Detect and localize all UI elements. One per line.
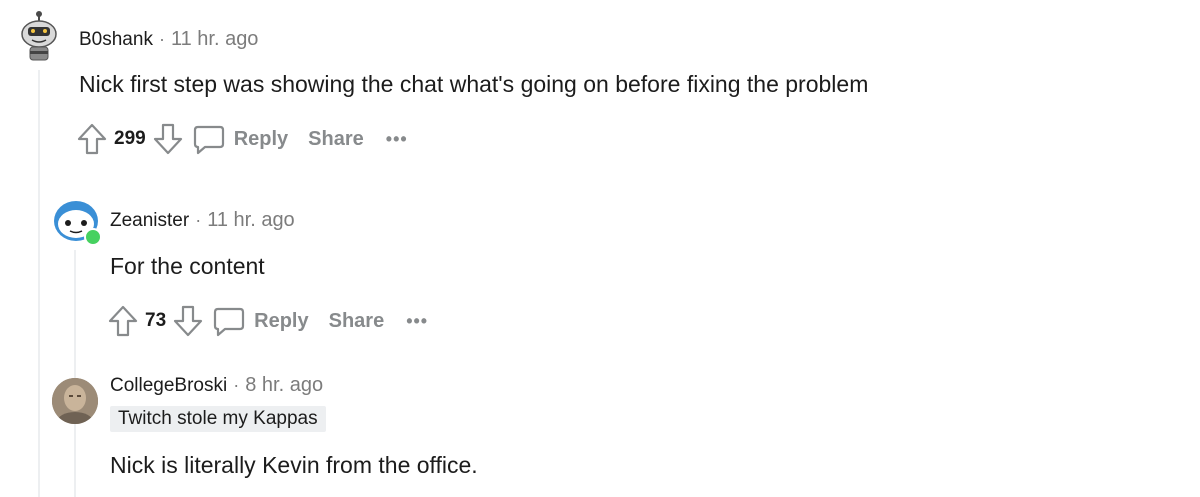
- downvote-icon[interactable]: [152, 122, 184, 156]
- comment-actions: 299 Reply Share •••: [76, 122, 408, 156]
- comment-bubble-icon: [193, 125, 224, 155]
- vote-count: 299: [114, 128, 146, 149]
- timestamp[interactable]: 11 hr. ago: [207, 209, 294, 232]
- comment-body: For the content: [110, 253, 265, 279]
- reply-label: Reply: [233, 127, 289, 150]
- comment-body: Nick first step was showing the chat wha…: [79, 71, 869, 97]
- comment-bubble-icon: [214, 307, 245, 337]
- username[interactable]: B0shank: [79, 29, 153, 51]
- comment-header: CollegeBroski · 8 hr. ago: [110, 374, 323, 397]
- share-button[interactable]: Share: [329, 310, 385, 333]
- vote-count: 73: [145, 310, 167, 331]
- reply-button[interactable]: Reply: [212, 304, 309, 338]
- timestamp[interactable]: 11 hr. ago: [171, 28, 258, 51]
- snoo-avatar-icon: [21, 11, 57, 61]
- downvote-icon[interactable]: [172, 304, 204, 338]
- online-status-icon: [84, 228, 102, 246]
- comment-header: Zeanister · 11 hr. ago: [110, 209, 295, 232]
- user-flair: Twitch stole my Kappas: [110, 406, 326, 432]
- comment-body: Nick is literally Kevin from the office.: [110, 452, 478, 478]
- more-options-icon[interactable]: •••: [386, 129, 408, 150]
- comment-actions: 73 Reply Share •••: [107, 304, 428, 338]
- thread-line[interactable]: [38, 70, 40, 497]
- upvote-icon[interactable]: [107, 304, 139, 338]
- user-photo-icon: [52, 378, 98, 424]
- reply-button[interactable]: Reply: [192, 122, 288, 156]
- comment-header: B0shank · 11 hr. ago: [79, 28, 258, 51]
- avatar[interactable]: [52, 196, 102, 246]
- username[interactable]: CollegeBroski: [110, 375, 227, 397]
- avatar[interactable]: [52, 378, 98, 424]
- username[interactable]: Zeanister: [110, 210, 189, 232]
- upvote-icon[interactable]: [76, 122, 108, 156]
- timestamp[interactable]: 8 hr. ago: [245, 374, 323, 397]
- separator: ·: [233, 375, 240, 395]
- separator: ·: [158, 29, 165, 49]
- more-options-icon[interactable]: •••: [406, 311, 428, 332]
- thread-line[interactable]: [74, 250, 76, 497]
- reply-label: Reply: [254, 309, 309, 332]
- separator: ·: [195, 210, 202, 230]
- avatar[interactable]: [16, 10, 62, 62]
- share-button[interactable]: Share: [308, 128, 364, 151]
